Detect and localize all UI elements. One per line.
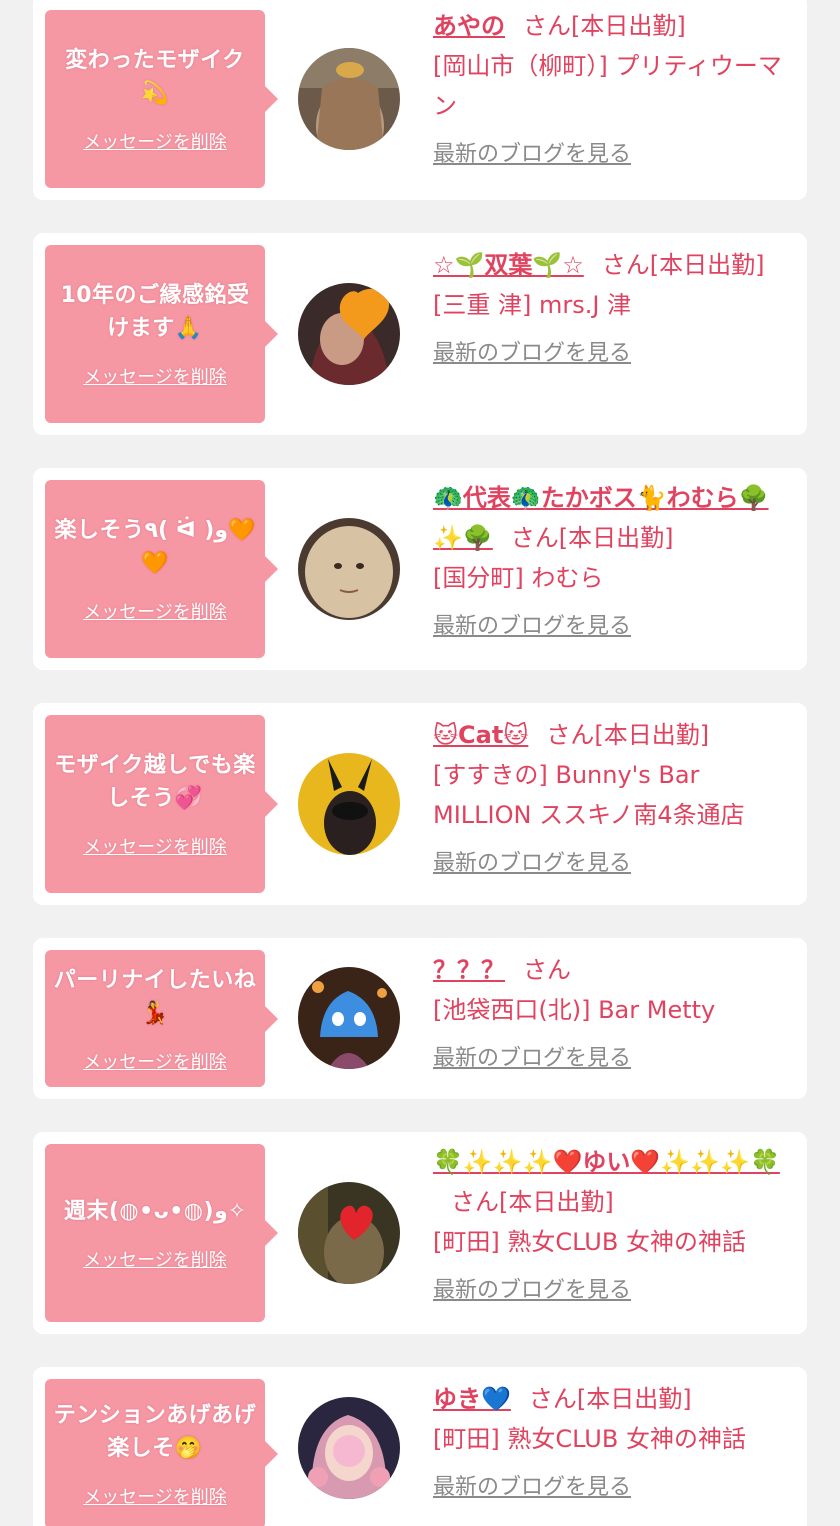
message-bubble: パーリナイしたいね💃 メッセージを削除 [45,950,278,1087]
message-text: 10年のご縁感銘受けます🙏 [60,283,250,341]
delete-message-link[interactable]: メッセージを削除 [83,363,227,389]
shop-name: [町田] 熟女CLUB 女神の神話 [433,1425,746,1453]
message-card: 週末(◍•ᴗ•◍)و✧ メッセージを削除 🍀✨✨✨❤️ゆい❤️✨✨✨🍀 さん[本日… [33,1132,807,1334]
avatar[interactable] [298,1182,400,1284]
cast-info: ゆき💙 さん[本日出勤] [町田] 熟女CLUB 女神の神話 最新のブログを見る [433,1379,793,1501]
avatar-photo-icon [298,753,400,855]
avatar[interactable] [298,753,400,855]
message-text: 楽しそう٩( ᐛ )و🧡🧡 [54,518,256,576]
cast-status: さん[本日出勤] [510,524,674,552]
avatar[interactable] [298,518,400,620]
delete-message-link[interactable]: メッセージを削除 [83,1483,227,1509]
cast-status: さん [523,956,571,984]
delete-message-link[interactable]: メッセージを削除 [83,598,227,624]
delete-message-link[interactable]: メッセージを削除 [83,833,227,859]
message-card: 変わったモザイク💫 メッセージを削除 あやの さん[本日出勤] [岡山市（柳町）]… [33,0,807,200]
cast-name-link[interactable]: ☆🌱双葉🌱☆ [433,251,584,279]
cast-info: 🦚代表🦚たかボス🐈わむら🌳✨🌳 さん[本日出勤] [国分町] わむら 最新のブログ… [433,478,793,640]
message-bubble: モザイク越しでも楽しそう💞 メッセージを削除 [45,715,278,893]
cast-name-link[interactable]: 🐱Cat🐱 [433,721,528,749]
latest-blog-link[interactable]: 最新のブログを見る [433,1469,631,1501]
message-bubble: 週末(◍•ᴗ•◍)و✧ メッセージを削除 [45,1144,278,1322]
avatar-photo-icon [298,1397,400,1499]
latest-blog-link[interactable]: 最新のブログを見る [433,1272,631,1304]
message-card: 10年のご縁感銘受けます🙏 メッセージを削除 ☆🌱双葉🌱☆ さん[本日出勤] [三… [33,233,807,435]
delete-message-link[interactable]: メッセージを削除 [83,128,227,154]
shop-name: [三重 津] mrs.J 津 [433,291,632,319]
shop-name: [国分町] わむら [433,564,604,592]
message-bubble: テンションあげあげ楽しそ🤭 メッセージを削除 [45,1379,278,1526]
message-card: パーリナイしたいね💃 メッセージを削除 ？？？ さん [池袋西口(北)] Bar … [33,938,807,1099]
cast-name-link[interactable]: 🍀✨✨✨❤️ゆい❤️✨✨✨🍀 [433,1148,780,1176]
avatar-photo-icon [298,48,400,150]
avatar[interactable] [298,967,400,1069]
cast-info: あやの さん[本日出勤] [岡山市（柳町）] プリティウーマン 最新のブログを見る [433,6,793,168]
latest-blog-link[interactable]: 最新のブログを見る [433,136,631,168]
cast-name-link[interactable]: ？？？ [433,956,505,984]
avatar-photo-icon [298,283,400,385]
avatar[interactable] [298,283,400,385]
message-card: テンションあげあげ楽しそ🤭 メッセージを削除 ゆき💙 さん[本日出勤] [町田] … [33,1367,807,1526]
cast-status: さん[本日出勤] [546,721,710,749]
avatar[interactable] [298,48,400,150]
cast-info: 🐱Cat🐱 さん[本日出勤] [すすきの] Bunny's Bar MILLION… [433,715,793,877]
message-text: パーリナイしたいね💃 [53,967,257,1026]
latest-blog-link[interactable]: 最新のブログを見る [433,1040,631,1072]
message-text: モザイク越しでも楽しそう💞 [54,753,256,811]
latest-blog-link[interactable]: 最新のブログを見る [433,608,631,640]
avatar-photo-icon [298,1182,400,1284]
shop-name: [岡山市（柳町）] プリティウーマン [433,52,782,120]
cast-status: さん[本日出勤] [451,1188,614,1216]
avatar[interactable] [298,1397,400,1499]
message-text: 変わったモザイク💫 [65,48,245,106]
message-text: テンションあげあげ楽しそ🤭 [53,1403,257,1461]
delete-message-link[interactable]: メッセージを削除 [83,1246,227,1272]
shop-name: [池袋西口(北)] Bar Metty [433,996,716,1024]
message-bubble: 変わったモザイク💫 メッセージを削除 [45,10,278,188]
cast-info: ☆🌱双葉🌱☆ さん[本日出勤] [三重 津] mrs.J 津 最新のブログを見る [433,245,793,367]
shop-name: [すすきの] Bunny's Bar MILLION ススキノ南4条通店 [433,761,745,829]
cast-name-link[interactable]: ゆき💙 [433,1385,511,1413]
latest-blog-link[interactable]: 最新のブログを見る [433,845,631,877]
latest-blog-link[interactable]: 最新のブログを見る [433,335,631,367]
message-card: 楽しそう٩( ᐛ )و🧡🧡 メッセージを削除 🦚代表🦚たかボス🐈わむら🌳✨🌳 さん… [33,468,807,670]
avatar-photo-icon [298,518,400,620]
message-text: 週末(◍•ᴗ•◍)و✧ [63,1198,247,1224]
message-bubble: 10年のご縁感銘受けます🙏 メッセージを削除 [45,245,278,423]
cast-info: ？？？ さん [池袋西口(北)] Bar Metty 最新のブログを見る [433,950,793,1072]
cast-name-link[interactable]: あやの [433,12,505,40]
message-bubble: 楽しそう٩( ᐛ )و🧡🧡 メッセージを削除 [45,480,278,658]
delete-message-link[interactable]: メッセージを削除 [83,1048,227,1074]
shop-name: [町田] 熟女CLUB 女神の神話 [433,1228,746,1256]
cast-status: さん[本日出勤] [523,12,686,40]
message-list: 変わったモザイク💫 メッセージを削除 あやの さん[本日出勤] [岡山市（柳町）]… [0,0,840,1526]
cast-info: 🍀✨✨✨❤️ゆい❤️✨✨✨🍀 さん[本日出勤] [町田] 熟女CLUB 女神の神話… [433,1142,793,1304]
avatar-photo-icon [298,967,400,1069]
cast-status: さん[本日出勤] [528,1385,692,1413]
message-card: モザイク越しでも楽しそう💞 メッセージを削除 🐱Cat🐱 さん[本日出勤] [すす… [33,703,807,905]
cast-status: さん[本日出勤] [601,251,765,279]
